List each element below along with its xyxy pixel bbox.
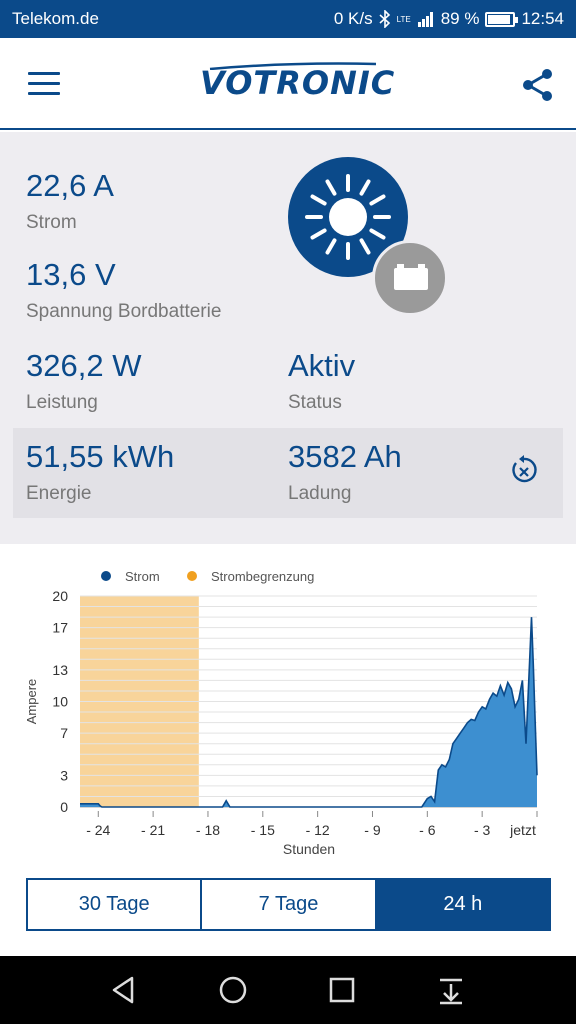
sun-ray	[325, 179, 337, 196]
share-icon[interactable]	[522, 68, 554, 102]
x-tick-label: jetzt	[509, 822, 536, 838]
status-value: Aktiv	[288, 348, 356, 383]
x-axis-ticks: - 24 - 21 - 18 - 15 - 12 - 9 - 6 - 3 jetzt	[86, 811, 538, 838]
x-tick-label: - 6	[419, 822, 436, 838]
y-axis-label: Ampere	[24, 679, 39, 725]
hamburger-menu-icon[interactable]	[28, 72, 60, 96]
voltage-value: 13,6 V	[26, 257, 116, 292]
legend-marker	[187, 571, 197, 581]
reset-counter-icon[interactable]	[508, 454, 540, 486]
charge-value: 3582 Ah	[288, 439, 402, 474]
x-tick-label: - 3	[474, 822, 491, 838]
y-tick-label: 17	[52, 620, 68, 636]
power-value: 326,2 W	[26, 348, 142, 383]
x-axis-label: Stunden	[283, 841, 335, 857]
x-tick-label: - 15	[251, 822, 275, 838]
x-tick-label: - 21	[141, 822, 165, 838]
clock: 12:54	[521, 9, 564, 28]
current-label: Strom	[26, 212, 77, 233]
sun-ray	[359, 179, 371, 196]
legend-label: Strom	[125, 569, 160, 584]
sun-ray	[359, 238, 371, 255]
legend-label: Strombegrenzung	[211, 569, 314, 584]
battery-percent: 89 %	[440, 9, 480, 28]
notifications-pull-icon[interactable]	[435, 974, 467, 1006]
y-tick-label: 13	[52, 662, 68, 678]
power-label: Leistung	[26, 392, 98, 413]
y-tick-label: 7	[60, 725, 68, 741]
recents-icon[interactable]	[326, 974, 358, 1006]
lte-indicator: LTE	[396, 14, 411, 24]
energy-metric: 51,55 kWh Energie	[26, 439, 174, 505]
app-bar: VOTRONIC	[0, 38, 576, 130]
x-tick-label: - 9	[364, 822, 381, 838]
legend-marker	[101, 571, 111, 581]
tab-30-days[interactable]: 30 Tage	[28, 880, 203, 929]
battery-indicator	[372, 240, 448, 316]
y-tick-label: 3	[60, 767, 68, 783]
x-tick-label: - 24	[86, 822, 110, 838]
sun-ray	[369, 194, 386, 206]
back-icon[interactable]	[108, 974, 140, 1006]
range-tabs: 30 Tage 7 Tage 24 h	[26, 878, 551, 931]
chart-legend: Strom Strombegrenzung	[101, 569, 314, 584]
sun-ray	[310, 228, 327, 240]
status-bar: Telekom.de 0 K/s LTE 89 % 12:54	[0, 0, 576, 38]
charge-metric: 3582 Ah Ladung	[288, 439, 402, 505]
y-tick-label: 0	[60, 799, 68, 815]
votronic-logo: VOTRONIC	[200, 62, 394, 104]
power-metric: 326,2 W Leistung	[26, 348, 141, 414]
energy-value: 51,55 kWh	[26, 439, 175, 474]
tab-24-hours[interactable]: 24 h	[376, 880, 549, 929]
y-axis-ticks: 0 3 7 10 13 17 20	[52, 588, 68, 815]
car-battery-icon	[394, 264, 428, 290]
status-label: Status	[288, 392, 342, 413]
battery-icon	[485, 11, 519, 27]
current-chart: Strom Strombegrenzung 03710131720 - 24- 2…	[24, 569, 538, 857]
charge-label: Ladung	[288, 483, 352, 504]
status-metric: Aktiv Status	[288, 348, 355, 414]
x-tick-label: - 18	[196, 822, 220, 838]
y-tick-label: 20	[52, 588, 68, 604]
x-tick-label: - 12	[306, 822, 330, 838]
sun-ray	[325, 238, 337, 255]
current-value: 22,6 A	[26, 168, 114, 203]
status-icons: 0 K/s LTE 89 % 12:54	[334, 9, 564, 29]
network-speed: 0 K/s	[333, 9, 373, 28]
tab-7-days[interactable]: 7 Tage	[202, 880, 377, 929]
home-icon[interactable]	[217, 974, 249, 1006]
system-nav-bar	[0, 956, 576, 1024]
voltage-metric: 13,6 V Spannung Bordbatterie	[26, 257, 221, 323]
carrier-name: Telekom.de	[12, 9, 99, 28]
y-tick-label: 10	[52, 694, 68, 710]
current-metric: 22,6 A Strom	[26, 168, 114, 234]
signal-icon	[417, 12, 433, 27]
energy-label: Energie	[26, 483, 92, 504]
sun-ray	[369, 228, 386, 240]
data-panel: 22,6 A Strom 13,6 V Spannung Bordbatteri…	[0, 132, 576, 544]
sun-ray	[310, 194, 327, 206]
bluetooth-icon	[379, 10, 390, 28]
voltage-label: Spannung Bordbatterie	[26, 301, 222, 322]
